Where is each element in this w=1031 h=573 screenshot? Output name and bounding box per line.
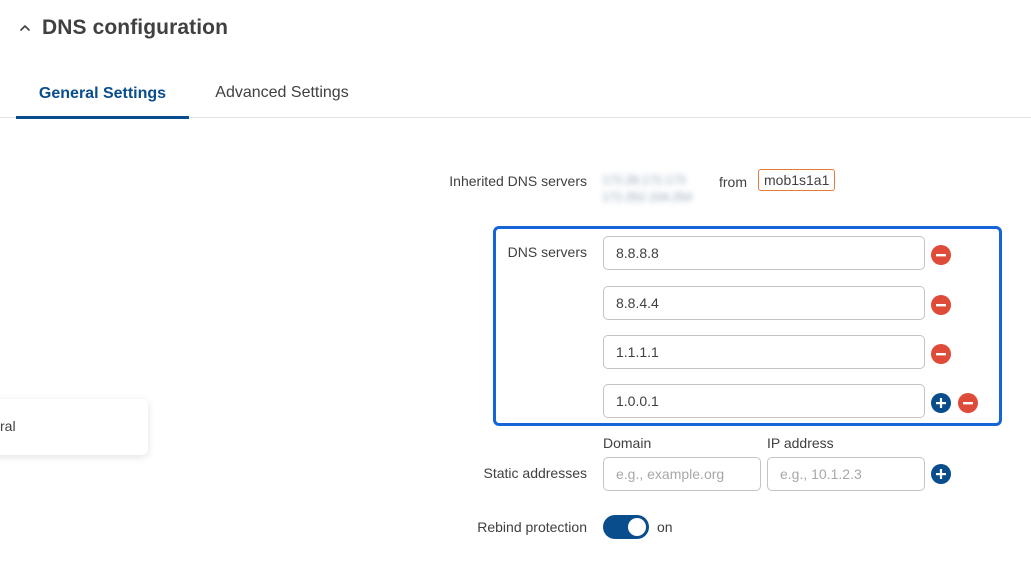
remove-dns-server-button-3[interactable] [931,344,951,364]
inherited-from-text: from [719,174,747,190]
minus-circle-icon [936,304,946,307]
inherited-dns-label: Inherited DNS servers [449,173,587,189]
dns-servers-label: DNS servers [507,244,587,260]
rebind-protection-toggle[interactable] [603,515,649,539]
section-header[interactable]: DNS configuration [18,16,228,40]
add-dns-server-button[interactable] [931,393,951,413]
floating-menu-card[interactable]: ral [0,399,148,455]
tab-advanced-settings[interactable]: Advanced Settings [196,70,368,116]
inherited-dns-list: 172.28.172.173 172.252.104.254 [602,172,692,206]
remove-dns-server-button-2[interactable] [931,295,951,315]
chevron-up-icon [18,21,32,35]
static-addresses-label: Static addresses [483,465,588,481]
plus-circle-icon [936,398,946,408]
add-static-address-button[interactable] [931,464,951,484]
dns-server-input-2[interactable] [603,286,925,320]
toggle-knob [628,518,646,536]
floating-card-text: ral [0,418,16,434]
dns-server-input-3[interactable] [603,335,925,369]
dns-server-input-4[interactable] [603,384,925,418]
tab-bar: General Settings Advanced Settings [0,70,1031,119]
rebind-state-text: on [657,519,673,535]
domain-column-header: Domain [603,435,652,451]
inherited-dns-ip: 172.28.172.173 [602,173,686,187]
ip-column-header: IP address [767,435,834,451]
dns-server-input-1[interactable] [603,236,925,270]
section-title: DNS configuration [42,16,229,39]
minus-circle-icon [936,254,946,257]
remove-dns-server-button-1[interactable] [931,245,951,265]
minus-circle-icon [963,402,973,405]
minus-circle-icon [936,353,946,356]
remove-dns-server-button-4[interactable] [958,393,978,413]
static-domain-input[interactable] [603,457,761,491]
inherited-dns-ip: 172.252.104.254 [602,190,693,204]
static-ip-input[interactable] [767,457,925,491]
plus-circle-icon [936,469,946,479]
interface-badge: mob1s1a1 [758,169,836,191]
tab-general-settings[interactable]: General Settings [16,70,189,119]
rebind-protection-label: Rebind protection [477,519,587,535]
